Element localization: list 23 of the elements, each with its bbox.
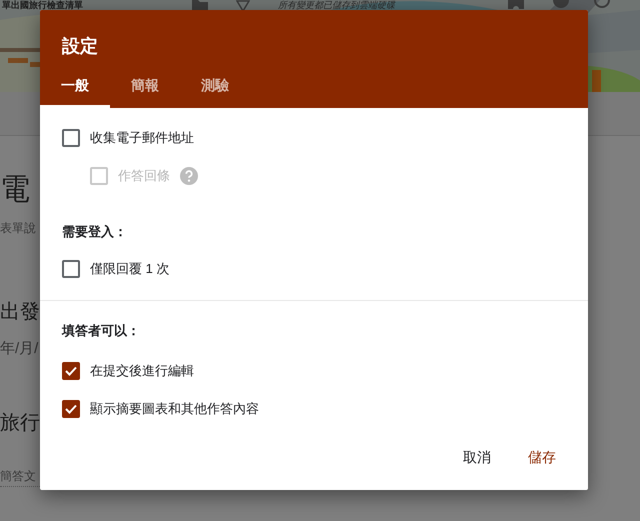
tab[interactable]: 一般 <box>40 67 110 108</box>
tab[interactable]: 簡報 <box>110 67 180 108</box>
save-button[interactable]: 儲存 <box>512 440 572 476</box>
checkbox[interactable] <box>62 362 80 380</box>
form-heading: 電 <box>0 172 30 208</box>
checkbox-label[interactable]: 顯示摘要圖表和其他作答內容 <box>90 400 259 418</box>
checkbox-label[interactable]: 僅限回覆 1 次 <box>90 260 170 278</box>
question-title: 出發 <box>0 300 40 325</box>
dialog-title: 設定 <box>62 35 98 58</box>
checkbox[interactable] <box>62 400 80 418</box>
question-title: 旅行 <box>0 411 40 436</box>
hint-text: 年/月/ <box>0 341 38 357</box>
checkbox-label[interactable]: 在提交後進行編輯 <box>90 362 194 380</box>
section-heading: 需要登入： <box>62 223 128 241</box>
checkbox[interactable] <box>62 260 80 278</box>
hint-text: 表單說 <box>0 220 36 236</box>
cancel-button[interactable]: 取消 <box>447 440 507 476</box>
form-title: 單出國旅行檢查清單 <box>2 0 83 10</box>
section-heading: 填答者可以： <box>62 322 141 340</box>
save-status: 所有變更都已儲存到雲端硬碟 <box>278 0 395 10</box>
tab[interactable]: 測驗 <box>180 67 250 108</box>
checkbox[interactable] <box>62 129 80 147</box>
checkbox-label[interactable]: 收集電子郵件地址 <box>90 129 194 147</box>
